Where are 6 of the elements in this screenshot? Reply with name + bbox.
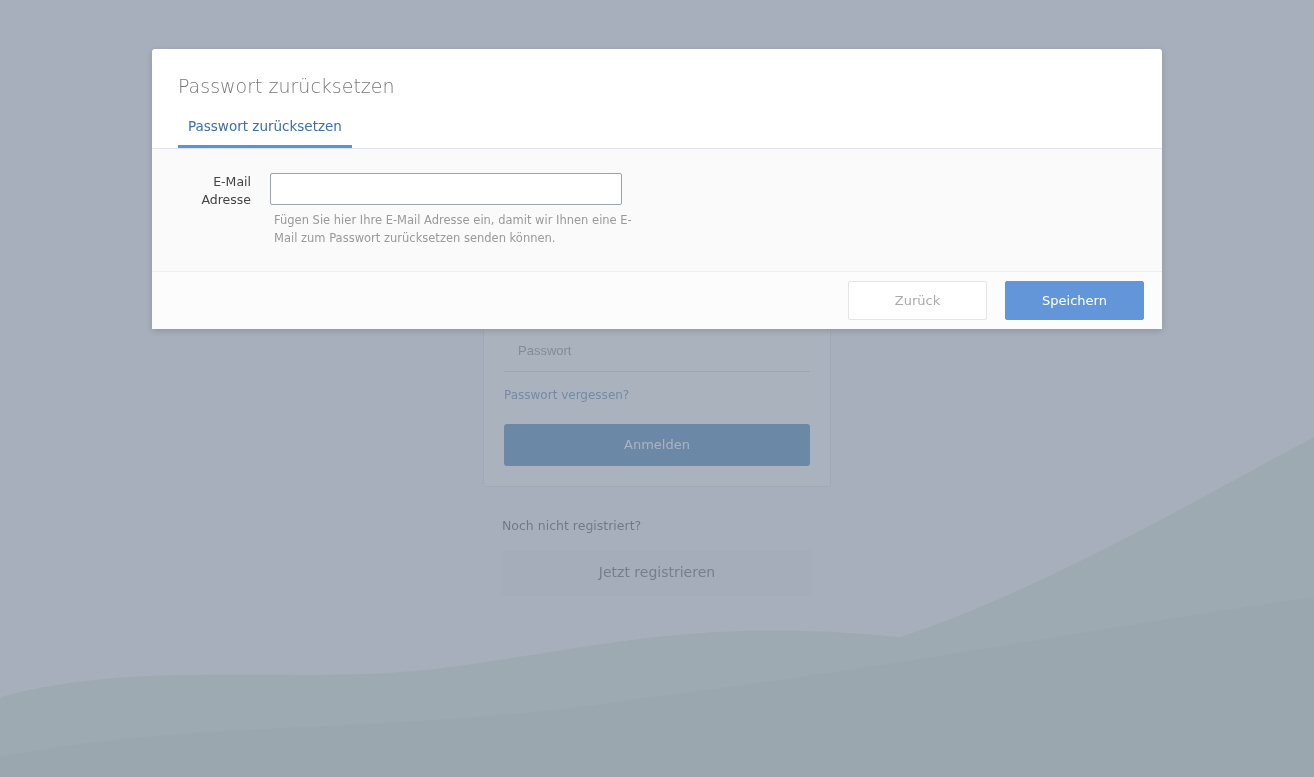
field-label: E-Mail Adresse xyxy=(200,173,251,210)
modal-title: Passwort zurücksetzen xyxy=(178,75,396,98)
help-text: Fügen Sie hier Ihre E-Mail Adresse ein, damit wir Ihnen eine E-Mail zum Passwort zurücksetzen senden können. xyxy=(274,212,633,248)
back-button[interactable]: Zurück xyxy=(848,281,987,321)
save-button[interactable]: Speichern xyxy=(1005,281,1144,321)
email-field[interactable] xyxy=(270,173,622,206)
